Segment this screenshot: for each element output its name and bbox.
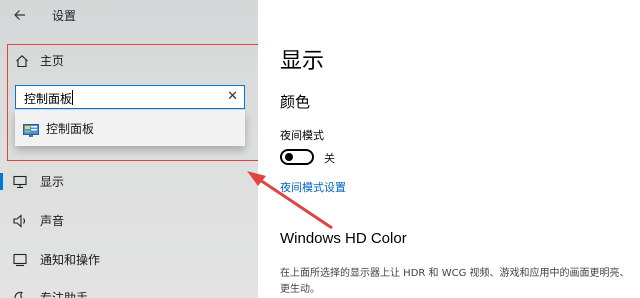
control-panel-icon [23, 122, 39, 141]
toggle-state-label: 关 [324, 152, 335, 165]
active-indicator [0, 173, 3, 190]
app-title: 设置 [52, 9, 77, 23]
sidebar-item-label: 专注助手 [40, 291, 89, 298]
sidebar-item-label: 声音 [40, 214, 65, 228]
sidebar: 设置 主页 控制面板 ✕ 控制面板 显示 声音 通知和操作 专注助手 [0, 0, 260, 298]
title-bar: 设置 [0, 0, 258, 30]
main-content: 显示 颜色 夜间模式 关 夜间模式设置 Windows HD Color 在上面… [258, 0, 640, 298]
moon-icon [13, 290, 27, 298]
sidebar-item-notifications[interactable]: 通知和操作 [0, 246, 258, 272]
night-mode-label: 夜间模式 [280, 129, 324, 142]
search-suggestions: 控制面板 [15, 110, 245, 146]
back-button[interactable] [10, 5, 30, 25]
sidebar-item-focus-assist[interactable]: 专注助手 [0, 284, 258, 298]
search-input[interactable]: 控制面板 ✕ [15, 85, 245, 109]
monitor-icon [13, 174, 27, 193]
page-title: 显示 [280, 49, 325, 74]
sidebar-item-label: 显示 [40, 175, 65, 189]
search-value: 控制面板 [24, 92, 73, 106]
text-caret [72, 90, 73, 105]
arrow-left-icon [14, 10, 25, 20]
sidebar-item-label: 通知和操作 [40, 253, 101, 267]
notification-icon [13, 252, 27, 271]
night-mode-toggle[interactable] [280, 149, 314, 165]
sidebar-item-sound[interactable]: 声音 [0, 207, 258, 233]
close-icon[interactable]: ✕ [227, 89, 238, 105]
sidebar-item-label: 主页 [40, 54, 65, 68]
sidebar-item-display[interactable]: 显示 [0, 168, 258, 194]
section-title-color: 颜色 [280, 93, 311, 111]
suggestion-label: 控制面板 [46, 122, 95, 136]
hdr-description: 在上面所选择的显示器上让 HDR 和 WCG 视频、游戏和应用中的画面更明亮、更… [280, 268, 630, 295]
toggle-knob [285, 153, 293, 161]
home-icon [15, 53, 29, 72]
sidebar-item-home[interactable]: 主页 [0, 47, 258, 73]
night-mode-settings-link[interactable]: 夜间模式设置 [280, 179, 346, 195]
hdr-section-title: Windows HD Color [280, 230, 407, 247]
suggestion-item[interactable]: 控制面板 [15, 110, 245, 146]
speaker-icon [13, 213, 29, 232]
